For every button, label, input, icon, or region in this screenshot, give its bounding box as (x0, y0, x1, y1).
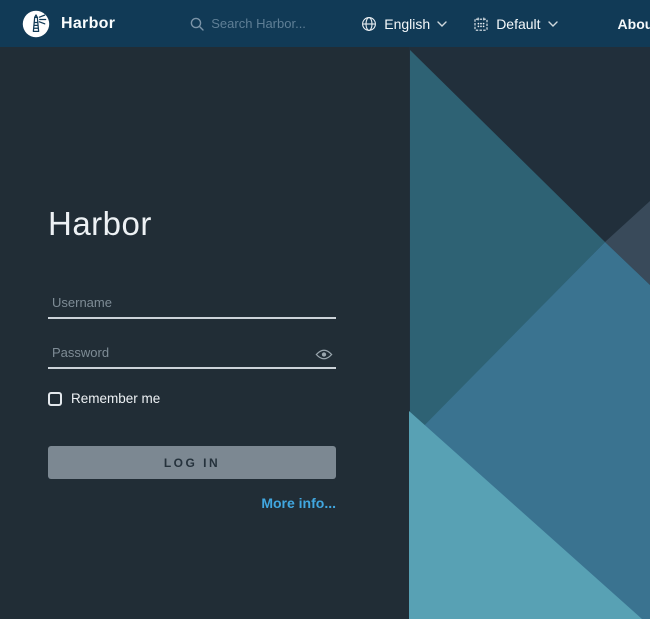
remember-me-row[interactable]: Remember me (48, 391, 336, 406)
globe-icon (361, 16, 377, 32)
remember-me-checkbox[interactable] (48, 392, 62, 406)
theme-dropdown[interactable]: Default (473, 16, 557, 32)
password-visibility-toggle[interactable] (314, 347, 334, 361)
top-navbar: Harbor English (0, 0, 650, 47)
page-title: Harbor (48, 205, 409, 243)
search-icon (190, 17, 204, 31)
brand-title[interactable]: Harbor (61, 15, 115, 33)
calendar-grid-icon (473, 16, 489, 32)
password-field-wrap (48, 343, 336, 369)
login-panel: Harbor Remember me LOG IN (0, 47, 409, 619)
about-link[interactable]: About (618, 16, 650, 32)
search (190, 16, 361, 31)
language-label: English (384, 16, 430, 32)
login-button[interactable]: LOG IN (48, 446, 336, 479)
harbor-logo[interactable] (22, 10, 50, 38)
search-input[interactable] (211, 16, 361, 31)
language-dropdown[interactable]: English (361, 16, 447, 32)
theme-label: Default (496, 16, 540, 32)
more-info-row: More info... (48, 495, 336, 513)
eye-icon (315, 349, 333, 360)
triangles-artwork (409, 47, 650, 619)
lighthouse-icon (22, 10, 50, 38)
background-art-panel (409, 47, 650, 619)
more-info-link[interactable]: More info... (261, 495, 336, 511)
username-input[interactable] (48, 293, 336, 319)
login-form: Remember me LOG IN More info... (48, 243, 336, 513)
main-content: Harbor Remember me LOG IN (0, 47, 650, 619)
username-field-wrap (48, 293, 336, 319)
password-input[interactable] (48, 343, 336, 369)
chevron-down-icon (548, 21, 558, 27)
chevron-down-icon (437, 21, 447, 27)
remember-me-label: Remember me (71, 391, 160, 406)
